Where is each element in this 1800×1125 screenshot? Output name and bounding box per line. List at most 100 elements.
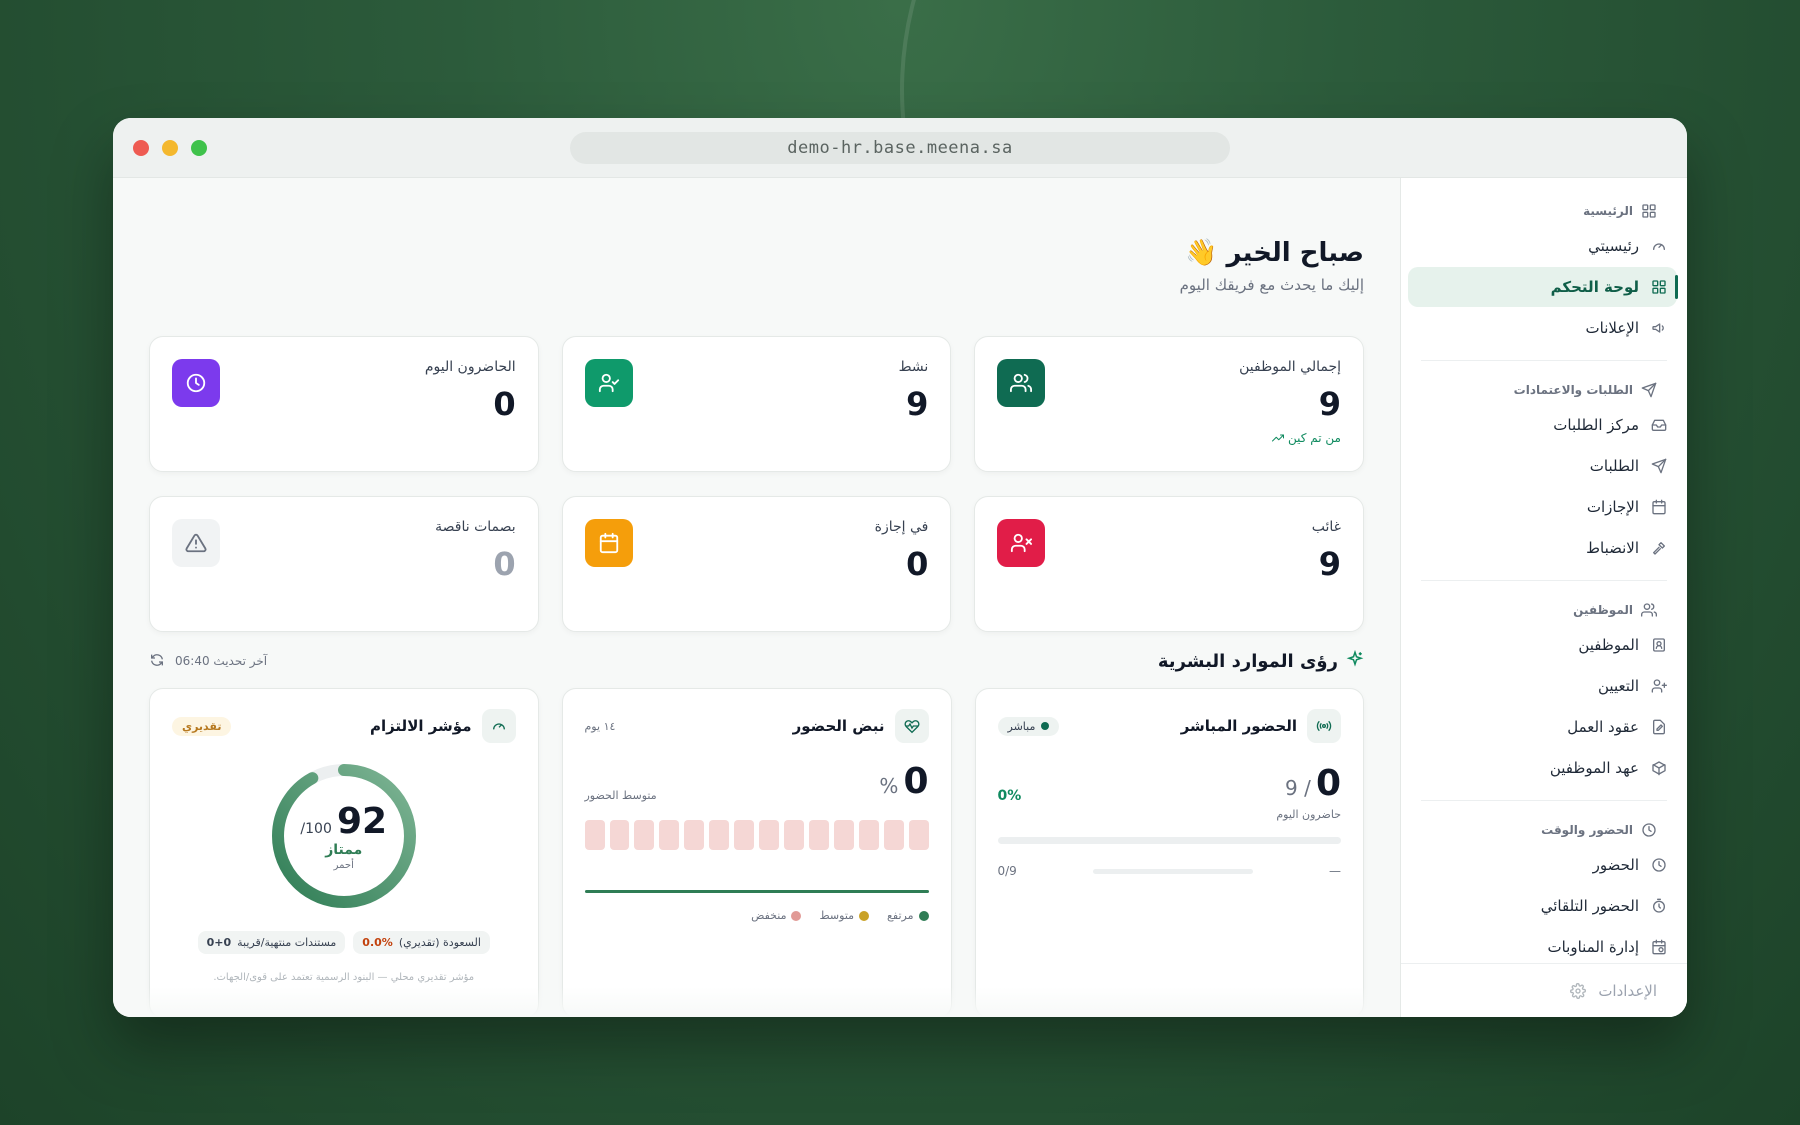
- stat-value: 0: [493, 545, 516, 583]
- sidebar-section: الموظفين الموظفين التعيين عقود العمل عهد الم…: [1401, 595, 1687, 788]
- stat-card[interactable]: إجمالي الموظفين 9 من تم كين: [974, 336, 1364, 472]
- sidebar-divider: [1421, 580, 1667, 581]
- sidebar-item[interactable]: إدارة المناوبات: [1408, 927, 1677, 967]
- stat-label: الحاضرون اليوم: [424, 359, 516, 375]
- stat-card[interactable]: نشط 9: [561, 336, 952, 472]
- attendance-pulse-card[interactable]: نبض الحضور ١٤ يوم 0 % متوسط الحضور مرتفع…: [561, 688, 952, 1017]
- pulse-day-box[interactable]: [783, 820, 804, 850]
- clock-icon: [171, 359, 220, 407]
- sidebar-section: الطلبات والاعتمادات مركز الطلبات الطلبات ال…: [1401, 375, 1687, 568]
- gavel-icon: [1651, 540, 1667, 556]
- insight-cards: الحضور المباشر مباشر 0 / 9 0% حاضرون الي…: [149, 688, 1364, 1017]
- sidebar-item[interactable]: مركز الطلبات: [1408, 405, 1677, 445]
- sidebar-item-label: إدارة المناوبات: [1547, 938, 1639, 956]
- grid-icon: [1641, 203, 1657, 219]
- minimize-window-button[interactable]: [162, 140, 178, 156]
- sidebar-item-label: الموظفين: [1578, 636, 1639, 654]
- score-out-of: /100: [300, 821, 332, 837]
- insights-title: رؤى الموارد البشرية: [1158, 649, 1364, 673]
- stat-label: بصمات ناقصة: [435, 519, 516, 535]
- close-window-button[interactable]: [133, 140, 149, 156]
- sidebar-item[interactable]: لوحة التحكم: [1408, 267, 1678, 307]
- present-percent: 0%: [997, 788, 1022, 804]
- present-ratio: 0/9: [997, 864, 1017, 878]
- score-value: 92: [336, 801, 388, 842]
- sidebar-item[interactable]: الانضباط: [1408, 528, 1677, 568]
- pulse-baseline: [584, 890, 929, 893]
- pulse-day-box[interactable]: [858, 820, 879, 850]
- pulse-label: متوسط الحضور: [584, 789, 657, 802]
- sidebar-item[interactable]: الإجازات: [1408, 487, 1677, 527]
- last-update: آخر تحديث 06:40: [149, 652, 267, 671]
- address-bar[interactable]: demo-hr.base.meena.sa: [570, 132, 1230, 164]
- sidebar-item[interactable]: عهد الموظفين: [1408, 748, 1677, 788]
- timer-icon: [1651, 898, 1667, 914]
- sidebar-item-settings[interactable]: الإعدادات: [1401, 963, 1687, 1017]
- pulse-day-box[interactable]: [808, 820, 829, 850]
- pulse-day-box[interactable]: [609, 820, 630, 850]
- sidebar: الرئيسية رئيسيتي لوحة التحكم الإعلانات الطلب…: [1400, 178, 1687, 1017]
- grid-icon: [1651, 279, 1667, 295]
- heart-pulse-icon: [894, 709, 929, 743]
- clock-icon: [1651, 857, 1667, 873]
- id-badge-icon: [1651, 637, 1667, 653]
- pulse-day-box[interactable]: [908, 820, 929, 850]
- sidebar-item[interactable]: الإعلانات: [1408, 308, 1677, 348]
- compliance-title: مؤشر الالتزام: [369, 717, 472, 735]
- refresh-icon[interactable]: [149, 652, 165, 671]
- sidebar-item[interactable]: رئيسيتي: [1408, 226, 1677, 266]
- pulse-day-box[interactable]: [759, 820, 779, 850]
- user-x-icon: [997, 519, 1046, 567]
- sidebar-item-label: الإعلانات: [1585, 319, 1640, 337]
- stat-card[interactable]: غائب 9: [974, 496, 1364, 632]
- stat-value: 0: [906, 545, 929, 583]
- live-attendance-title: الحضور المباشر: [1180, 717, 1297, 735]
- sidebar-item-label: الإجازات: [1586, 498, 1639, 516]
- total-count: / 9: [1285, 776, 1311, 800]
- present-count: 0: [1315, 763, 1341, 804]
- sidebar-item[interactable]: الطلبات: [1408, 446, 1677, 486]
- pulse-day-box[interactable]: [734, 820, 755, 850]
- pulse-title: نبض الحضور: [792, 717, 885, 735]
- score-rating-sub: أحمر: [333, 860, 354, 871]
- stat-card[interactable]: في إجازة 0: [561, 496, 952, 632]
- pulse-day-box[interactable]: [684, 820, 705, 850]
- pulse-value: 0: [903, 761, 929, 802]
- live-attendance-card[interactable]: الحضور المباشر مباشر 0 / 9 0% حاضرون الي…: [974, 688, 1364, 1017]
- stat-value: 0: [493, 385, 516, 423]
- compliance-card[interactable]: مؤشر الالتزام تقديري /100 92 ممتاز أحمر …: [149, 688, 539, 1017]
- sidebar-item[interactable]: الحضور التلقائي: [1408, 886, 1677, 926]
- sidebar-item[interactable]: الحضور: [1408, 845, 1677, 885]
- sidebar-item[interactable]: عقود العمل: [1408, 707, 1677, 747]
- calendar-clock-icon: [1651, 939, 1667, 955]
- sidebar-section: الحضور والوقت الحضور الحضور التلقائي إدارة …: [1401, 815, 1687, 967]
- sidebar-section-heading: الحضور والوقت: [1421, 815, 1667, 845]
- calendar-icon: [1651, 499, 1667, 515]
- pulse-legend: مرتفع متوسط منخفض: [585, 909, 929, 922]
- sidebar-item[interactable]: الموظفين: [1408, 625, 1677, 665]
- file-edit-icon: [1651, 719, 1667, 735]
- pulse-day-box[interactable]: [883, 820, 904, 850]
- pulse-day-box[interactable]: [584, 820, 605, 850]
- pulse-day-box[interactable]: [833, 820, 854, 850]
- sidebar-section: الرئيسية رئيسيتي لوحة التحكم الإعلانات: [1401, 196, 1687, 348]
- pulse-day-box[interactable]: [709, 820, 730, 850]
- sidebar-item[interactable]: التعيين: [1408, 666, 1677, 706]
- pulse-day-box[interactable]: [634, 820, 655, 850]
- sidebar-section-heading: الرئيسية: [1421, 196, 1667, 226]
- browser-window: demo-hr.base.meena.sa صباح الخير 👋 إليك …: [113, 118, 1687, 1017]
- stat-card[interactable]: الحاضرون اليوم 0: [148, 336, 539, 472]
- clock-icon: [1641, 822, 1657, 838]
- stat-row: غائب 9 في إجازة 0 بصمات ناقصة 0: [148, 496, 1364, 632]
- stat-card[interactable]: بصمات ناقصة 0: [148, 496, 539, 632]
- stat-label: في إجازة: [874, 519, 929, 535]
- pulse-period: ١٤ يوم: [584, 719, 616, 733]
- greeting: صباح الخير 👋 إليك ما يحدث مع فريقك اليوم: [1180, 238, 1364, 294]
- users-icon: [1641, 602, 1657, 618]
- pulse-day-box[interactable]: [659, 820, 680, 850]
- settings-label: الإعدادات: [1598, 981, 1657, 1000]
- maximize-window-button[interactable]: [191, 140, 207, 156]
- sidebar-item-label: رئيسيتي: [1588, 237, 1639, 255]
- stat-label: غائب: [1311, 519, 1341, 535]
- sidebar-item-label: عهد الموظفين: [1549, 759, 1639, 777]
